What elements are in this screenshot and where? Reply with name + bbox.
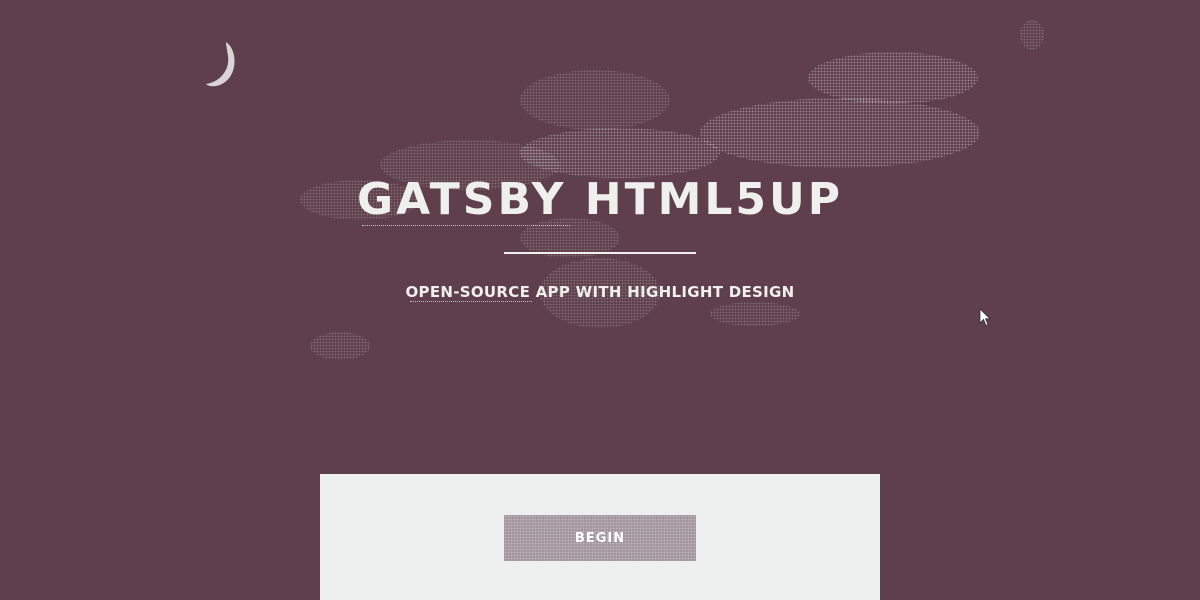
cloud-decoration [808, 52, 978, 104]
title-underline [362, 225, 570, 226]
subtitle-link-underline [410, 301, 532, 302]
hero-banner: GATSBY HTML5UP OPEN-SOURCE APP WITH HIGH… [0, 0, 1200, 400]
cloud-decoration [700, 98, 980, 168]
landing-page: GATSBY HTML5UP OPEN-SOURCE APP WITH HIGH… [0, 0, 1200, 600]
mouse-pointer-icon [979, 308, 991, 327]
cloud-decoration [710, 302, 800, 326]
cta-panel: BEGIN [320, 474, 880, 600]
cloud-decoration [520, 70, 670, 130]
cloud-decoration [310, 332, 370, 360]
page-subtitle: OPEN-SOURCE APP WITH HIGHLIGHT DESIGN [405, 283, 795, 301]
page-title: GATSBY HTML5UP [356, 174, 844, 225]
begin-button[interactable]: BEGIN [504, 515, 696, 561]
divider [504, 252, 696, 254]
cloud-decoration [1020, 20, 1044, 50]
moon-icon [206, 42, 235, 87]
